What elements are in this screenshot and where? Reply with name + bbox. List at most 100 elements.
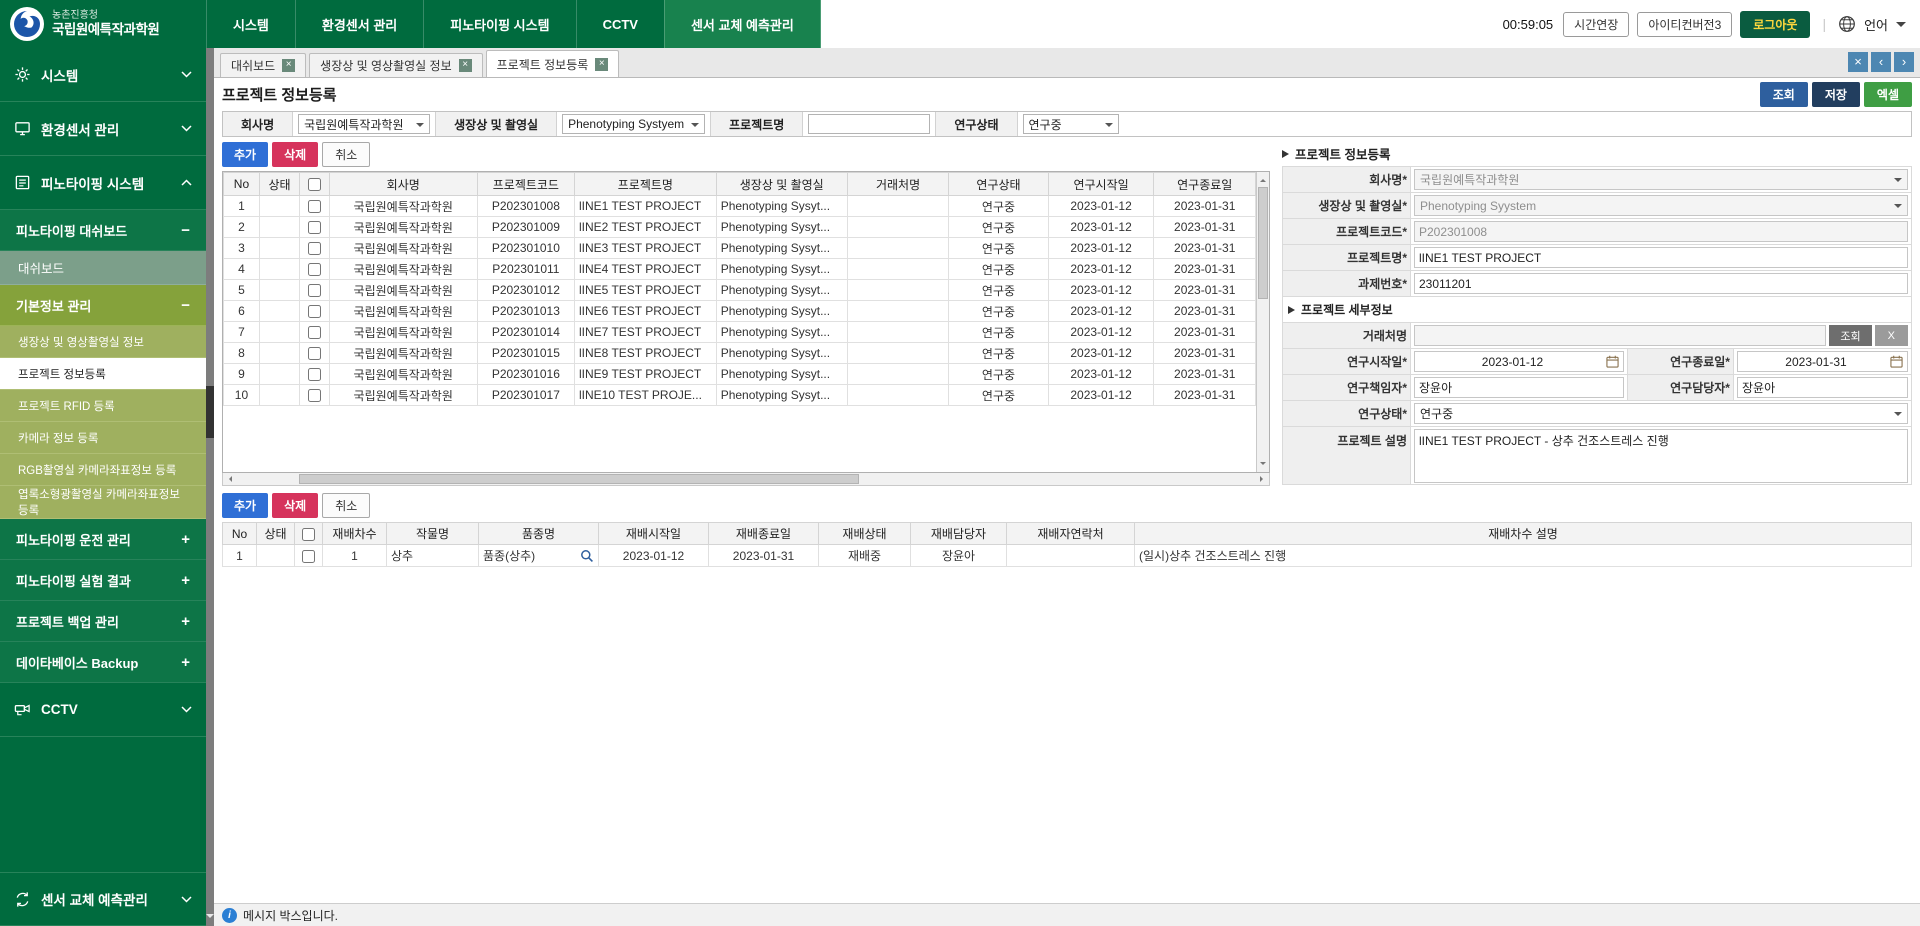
table-row[interactable]: 6 국립원예특작과학원 P202301013 lINE6 TEST PROJEC… bbox=[224, 301, 1256, 322]
row-checkbox[interactable] bbox=[308, 347, 321, 360]
sidebar-item-pheno-dashboard-group[interactable]: 피노타이핑 대쉬보드 − bbox=[0, 210, 206, 251]
expand-icon[interactable]: + bbox=[181, 572, 190, 589]
language-chevron-down-icon[interactable] bbox=[1896, 22, 1906, 32]
sidebar-item-cctv[interactable]: CCTV bbox=[0, 683, 206, 737]
client-clear-button[interactable]: X bbox=[1875, 325, 1908, 346]
nav-item-system[interactable]: 시스템 bbox=[206, 0, 295, 48]
table-row[interactable]: 8 국립원예특작과학원 P202301015 lINE8 TEST PROJEC… bbox=[224, 343, 1256, 364]
vertical-scroll-handle[interactable] bbox=[1258, 187, 1268, 299]
project-name-input[interactable] bbox=[808, 114, 930, 134]
research-status-select[interactable]: 연구중 bbox=[1414, 403, 1908, 424]
sidebar-item-basic-info-group[interactable]: 기본정보 관리 − bbox=[0, 285, 206, 326]
select-all-checkbox[interactable] bbox=[308, 178, 321, 191]
sidebar-item-rgb-camera-coord[interactable]: RGB촬영실 카메라좌표정보 등록 bbox=[0, 454, 206, 486]
start-date-field[interactable]: 2023-01-12 bbox=[1414, 351, 1624, 372]
globe-icon[interactable] bbox=[1838, 15, 1856, 33]
sidebar-item-project-register[interactable]: 프로젝트 정보등록 bbox=[0, 358, 206, 390]
sidebar-item-database-backup[interactable]: 데이타베이스 Backup + bbox=[0, 642, 206, 683]
scroll-left-icon[interactable] bbox=[226, 476, 232, 482]
nav-item-env-sensor[interactable]: 환경센서 관리 bbox=[295, 0, 423, 48]
tab-close-icon[interactable]: × bbox=[595, 58, 608, 71]
collapse-icon[interactable]: − bbox=[181, 297, 190, 314]
select-all-checkbox[interactable] bbox=[302, 528, 315, 541]
scroll-down-icon[interactable] bbox=[1260, 462, 1266, 468]
excel-export-button[interactable]: 엑셀 bbox=[1864, 82, 1912, 107]
sidebar-item-experiment-results[interactable]: 피노타이핑 실험 결과 + bbox=[0, 560, 206, 601]
end-date-field[interactable]: 2023-01-31 bbox=[1737, 351, 1908, 372]
table-row[interactable]: 2 국립원예특작과학원 P202301009 lINE2 TEST PROJEC… bbox=[224, 217, 1256, 238]
tab-scroll-right-button[interactable]: › bbox=[1894, 52, 1914, 72]
sidebar-item-project-backup[interactable]: 프로젝트 백업 관리 + bbox=[0, 601, 206, 642]
tab-close-all-button[interactable]: × bbox=[1848, 52, 1868, 72]
add-cultivation-button[interactable]: 추가 bbox=[222, 493, 268, 518]
user-account-button[interactable]: 아이티컨버전3 bbox=[1637, 12, 1732, 37]
table-row[interactable]: 1 1 상추 품종(상추) bbox=[223, 545, 1912, 567]
table-row[interactable]: 3 국립원예특작과학원 P202301010 lINE3 TEST PROJEC… bbox=[224, 238, 1256, 259]
room-filter-select[interactable]: Phenotyping Systyem bbox=[562, 114, 705, 134]
status-filter-select[interactable]: 연구중 bbox=[1023, 114, 1119, 134]
logout-button[interactable]: 로그아웃 bbox=[1740, 11, 1810, 38]
task-number-field[interactable] bbox=[1414, 273, 1908, 294]
add-row-button[interactable]: 추가 bbox=[222, 142, 268, 167]
nav-item-phenotyping[interactable]: 피노타이핑 시스템 bbox=[423, 0, 575, 48]
sidebar-item-camera-info[interactable]: 카메라 정보 등록 bbox=[0, 422, 206, 454]
client-field[interactable] bbox=[1414, 325, 1826, 346]
company-filter-select[interactable]: 국립원예특작과학원 bbox=[298, 114, 430, 134]
research-manager-field[interactable] bbox=[1737, 377, 1908, 398]
row-checkbox[interactable] bbox=[308, 263, 321, 276]
expand-icon[interactable]: + bbox=[181, 531, 190, 548]
row-checkbox[interactable] bbox=[308, 326, 321, 339]
cancel-button[interactable]: 취소 bbox=[322, 142, 370, 167]
client-search-button[interactable]: 조회 bbox=[1829, 325, 1871, 346]
row-checkbox[interactable] bbox=[308, 242, 321, 255]
sidebar-item-sensor-replace[interactable]: 센서 교체 예측관리 bbox=[0, 872, 206, 926]
detail-room-select[interactable]: Phenotyping Syystem bbox=[1414, 195, 1908, 216]
calendar-icon[interactable] bbox=[1890, 355, 1903, 368]
row-checkbox[interactable] bbox=[308, 200, 321, 213]
nav-item-cctv[interactable]: CCTV bbox=[576, 0, 664, 48]
save-button[interactable]: 저장 bbox=[1812, 82, 1860, 107]
sidebar-item-env-sensor[interactable]: 환경센서 관리 bbox=[0, 102, 206, 156]
table-row[interactable]: 1 국립원예특작과학원 P202301008 lINE1 TEST PROJEC… bbox=[224, 196, 1256, 217]
search-button[interactable]: 조회 bbox=[1760, 82, 1808, 107]
expand-icon[interactable]: + bbox=[181, 654, 190, 671]
sidebar-item-phenotyping[interactable]: 피노타이핑 시스템 bbox=[0, 156, 206, 210]
tab-project-register[interactable]: 프로젝트 정보등록 × bbox=[486, 50, 620, 77]
row-checkbox[interactable] bbox=[308, 389, 321, 402]
sidebar-item-dashboard[interactable]: 대쉬보드 bbox=[0, 251, 206, 285]
table-row[interactable]: 9 국립원예특작과학원 P202301016 lINE9 TEST PROJEC… bbox=[224, 364, 1256, 385]
grid-horizontal-scrollbar[interactable] bbox=[222, 473, 1270, 486]
sidebar-item-system[interactable]: 시스템 bbox=[0, 48, 206, 102]
row-checkbox[interactable] bbox=[308, 284, 321, 297]
table-row[interactable]: 5 국립원예특작과학원 P202301012 lINE5 TEST PROJEC… bbox=[224, 280, 1256, 301]
row-checkbox[interactable] bbox=[308, 305, 321, 318]
project-name-field[interactable] bbox=[1414, 247, 1908, 268]
horizontal-scroll-handle[interactable] bbox=[299, 474, 859, 484]
grid-vertical-scrollbar[interactable] bbox=[1256, 172, 1269, 472]
tab-scroll-left-button[interactable]: ‹ bbox=[1871, 52, 1891, 72]
research-leader-field[interactable] bbox=[1414, 377, 1624, 398]
sidebar-item-chlorophyll-camera-coord[interactable]: 엽록소형광촬영실 카메라좌표정보 등록 bbox=[0, 486, 206, 519]
table-row[interactable]: 4 국립원예특작과학원 P202301011 lINE4 TEST PROJEC… bbox=[224, 259, 1256, 280]
row-checkbox[interactable] bbox=[308, 221, 321, 234]
expand-icon[interactable]: + bbox=[181, 613, 190, 630]
tab-close-icon[interactable]: × bbox=[459, 59, 472, 72]
row-checkbox[interactable] bbox=[308, 368, 321, 381]
tab-dashboard[interactable]: 대쉬보드 × bbox=[220, 53, 306, 77]
row-checkbox[interactable] bbox=[302, 550, 315, 563]
calendar-icon[interactable] bbox=[1606, 355, 1619, 368]
table-row[interactable]: 7 국립원예특작과학원 P202301014 lINE7 TEST PROJEC… bbox=[224, 322, 1256, 343]
nav-item-sensor-replace[interactable]: 센서 교체 예측관리 bbox=[664, 0, 821, 48]
extend-time-button[interactable]: 시간연장 bbox=[1563, 12, 1629, 37]
table-row[interactable]: 10 국립원예특작과학원 P202301017 lINE10 TEST PROJ… bbox=[224, 385, 1256, 406]
sidebar-item-project-rfid[interactable]: 프로젝트 RFID 등록 bbox=[0, 390, 206, 422]
sidebar-item-growth-room-info[interactable]: 생장상 및 영상촬영실 정보 bbox=[0, 326, 206, 358]
sidebar-scrollbar-handle[interactable] bbox=[206, 386, 214, 438]
search-icon[interactable] bbox=[580, 549, 594, 563]
tab-close-icon[interactable]: × bbox=[282, 59, 295, 72]
sidebar-item-operation-mgmt[interactable]: 피노타이핑 운전 관리 + bbox=[0, 519, 206, 560]
cancel-cultivation-button[interactable]: 취소 bbox=[322, 493, 370, 518]
tab-growth-room-info[interactable]: 생장상 및 영상촬영실 정보 × bbox=[309, 53, 482, 77]
sidebar-scrollbar[interactable] bbox=[206, 48, 214, 926]
delete-cultivation-button[interactable]: 삭제 bbox=[272, 493, 318, 518]
